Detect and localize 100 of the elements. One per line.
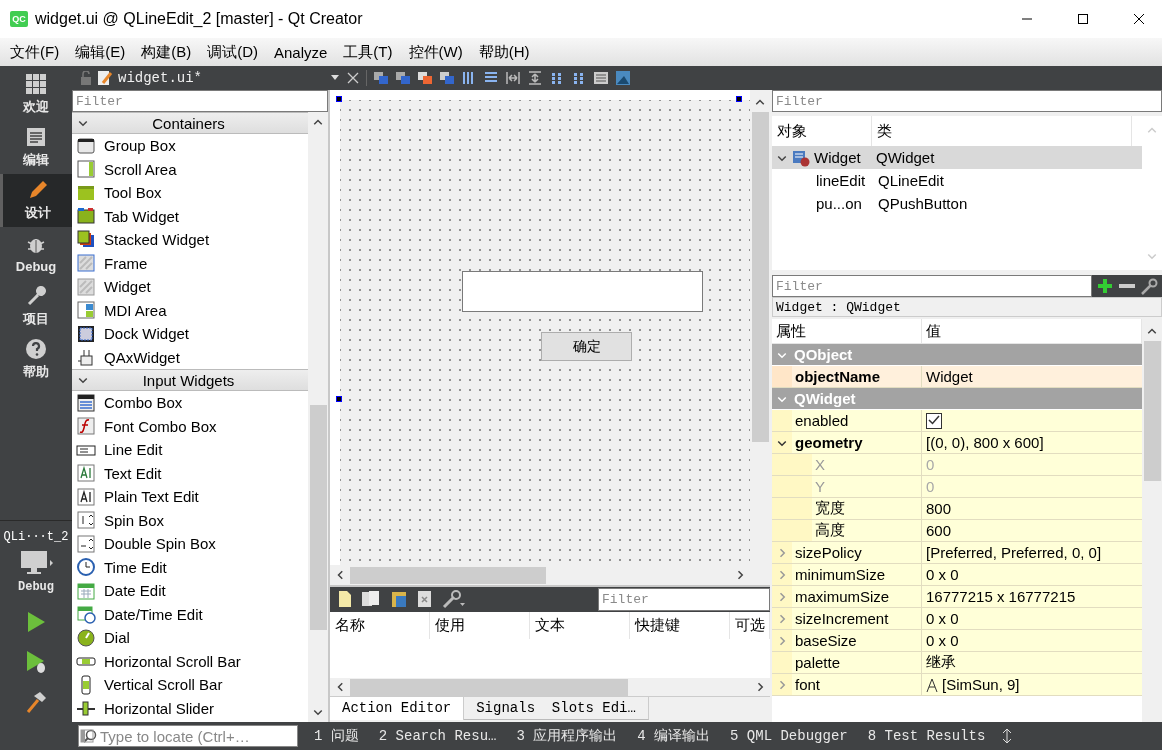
tree-row[interactable]: lineEdit QLineEdit: [772, 169, 1142, 192]
editor-tab[interactable]: Signals Slots Edi…: [464, 697, 649, 720]
tree-row[interactable]: Widget QWidget: [772, 146, 1142, 169]
column-header[interactable]: 名称: [330, 611, 430, 640]
widget-item[interactable]: Plain Text Edit: [72, 485, 308, 509]
mode-button[interactable]: 欢迎: [0, 68, 72, 121]
property-row[interactable]: baseSize 0 x 0: [772, 630, 1142, 652]
object-name: Widget: [814, 149, 862, 166]
widget-item[interactable]: Spin Box: [72, 508, 308, 532]
widget-item[interactable]: Scroll Area: [72, 157, 308, 181]
mode-button[interactable]: Debug: [0, 227, 72, 280]
widget-item[interactable]: Vertical Scroll Bar: [72, 673, 308, 697]
property-row[interactable]: sizeIncrement 0 x 0: [772, 608, 1142, 630]
property-row[interactable]: palette 继承: [772, 652, 1142, 674]
menu-item[interactable]: 文件(F): [2, 39, 68, 65]
widget-item[interactable]: Widget: [72, 275, 308, 299]
widget-item[interactable]: Dial: [72, 626, 308, 650]
menu-item[interactable]: 调试(D): [199, 39, 266, 65]
dock-icon: [76, 323, 96, 344]
property-row[interactable]: geometry [(0, 0), 800 x 600]: [772, 432, 1142, 454]
widget-item[interactable]: Combo Box: [72, 391, 308, 415]
output-pane-tab[interactable]: 1 问题: [310, 727, 363, 745]
vertical-scrollbar[interactable]: [750, 90, 770, 565]
filter-field[interactable]: Filter: [772, 90, 1162, 112]
property-row[interactable]: 高度 600: [772, 520, 1142, 542]
menu-item[interactable]: 编辑(E): [67, 39, 134, 65]
editor-tab[interactable]: Action Editor: [330, 697, 465, 720]
category-header[interactable]: Input Widgets: [72, 369, 308, 391]
new-file-icon: [338, 590, 352, 609]
stack-icon: [76, 229, 96, 250]
property-name: geometry: [794, 434, 863, 451]
widget-item[interactable]: Frame: [72, 251, 308, 275]
widget-item[interactable]: Stacked Widget: [72, 228, 308, 252]
widget-item[interactable]: Dock Widget: [72, 322, 308, 346]
menu-item[interactable]: 工具(T): [335, 39, 401, 65]
resize-handle[interactable]: [336, 96, 342, 102]
mode-button[interactable]: 项目: [0, 280, 72, 333]
widget-item[interactable]: Group Box: [72, 134, 308, 158]
widget-item[interactable]: Font Combo Box: [72, 414, 308, 438]
output-pane-tab[interactable]: 4 编译输出: [633, 727, 715, 745]
mode-button[interactable]: 帮助: [0, 333, 72, 386]
checkbox[interactable]: [926, 412, 942, 429]
property-value: [SimSun, 9]: [942, 676, 1020, 693]
property-value: [Preferred, Preferred, 0, 0]: [926, 544, 1102, 561]
close-button[interactable]: [346, 71, 360, 85]
property-row[interactable]: enabled: [772, 410, 1142, 432]
property-row[interactable]: minimumSize 0 x 0: [772, 564, 1142, 586]
play-bug-icon: [24, 649, 48, 675]
widget-item[interactable]: MDI Area: [72, 298, 308, 322]
property-value: 16777215 x 16777215: [926, 588, 1076, 605]
vertical-scrollbar[interactable]: [308, 112, 328, 722]
confirm-button[interactable]: 确定: [541, 332, 632, 361]
menu-item[interactable]: 帮助(H): [470, 39, 538, 65]
filter-field[interactable]: Filter: [72, 90, 328, 112]
widget-item[interactable]: Text Edit: [72, 461, 308, 485]
property-row[interactable]: maximumSize 16777215 x 16777215: [772, 586, 1142, 608]
resize-handle[interactable]: [736, 96, 742, 102]
wrench-icon: [442, 589, 466, 610]
widget-item[interactable]: Date Edit: [72, 579, 308, 603]
filter-field[interactable]: Filter: [598, 587, 770, 611]
property-row[interactable]: sizePolicy [Preferred, Preferred, 0, 0]: [772, 542, 1142, 564]
menu-item[interactable]: 控件(W): [400, 39, 471, 65]
hammer-icon: [24, 690, 48, 714]
output-pane-tab[interactable]: 8 Test Results: [863, 728, 990, 744]
menu-item[interactable]: Analyze: [266, 40, 336, 64]
column-header[interactable]: 快捷键: [630, 611, 730, 640]
lock-icon: [80, 71, 92, 85]
widget-item[interactable]: Horizontal Scroll Bar: [72, 649, 308, 673]
column-header[interactable]: 文本: [530, 611, 630, 640]
delete-icon: [417, 590, 433, 609]
resize-handle[interactable]: [336, 396, 342, 402]
output-pane-tab[interactable]: 3 应用程序输出: [512, 727, 622, 745]
output-pane-tab[interactable]: 2 Search Resu…: [374, 728, 501, 744]
widget-item[interactable]: Tool Box: [72, 181, 308, 205]
target-selector[interactable]: Debug: [0, 546, 72, 602]
widget-item[interactable]: QAxWidget: [72, 345, 308, 369]
category-header[interactable]: Containers: [72, 112, 308, 134]
widget-item[interactable]: Horizontal Slider: [72, 696, 308, 720]
widget-item[interactable]: Tab Widget: [72, 204, 308, 228]
window-icon: [395, 70, 411, 86]
filter-field[interactable]: Filter: [772, 275, 1092, 297]
menu-item[interactable]: 构建(B): [133, 39, 200, 65]
property-row[interactable]: 宽度 800: [772, 498, 1142, 520]
split-horizontal-icon: [505, 70, 521, 86]
horizontal-scrollbar[interactable]: [330, 678, 770, 696]
group-box-icon: [76, 135, 96, 156]
locate-field[interactable]: Type to locate (Ctrl+…: [78, 725, 298, 747]
property-row[interactable]: font [SimSun, 9]: [772, 674, 1142, 696]
widget-item[interactable]: Line Edit: [72, 438, 308, 462]
widget-item[interactable]: Time Edit: [72, 555, 308, 579]
app-logo: QC: [10, 11, 28, 27]
mode-button[interactable]: 设计: [0, 174, 72, 227]
file-tab[interactable]: widget.ui*: [118, 70, 325, 86]
mode-button[interactable]: 编辑: [0, 121, 72, 174]
column-header[interactable]: 使用: [430, 611, 530, 640]
line-edit[interactable]: [462, 271, 703, 312]
output-pane-tab[interactable]: 5 QML Debugger: [726, 728, 852, 744]
widget-item[interactable]: Date/Time Edit: [72, 602, 308, 626]
widget-item[interactable]: Double Spin Box: [72, 532, 308, 556]
tree-row[interactable]: pu...on QPushButton: [772, 192, 1142, 215]
